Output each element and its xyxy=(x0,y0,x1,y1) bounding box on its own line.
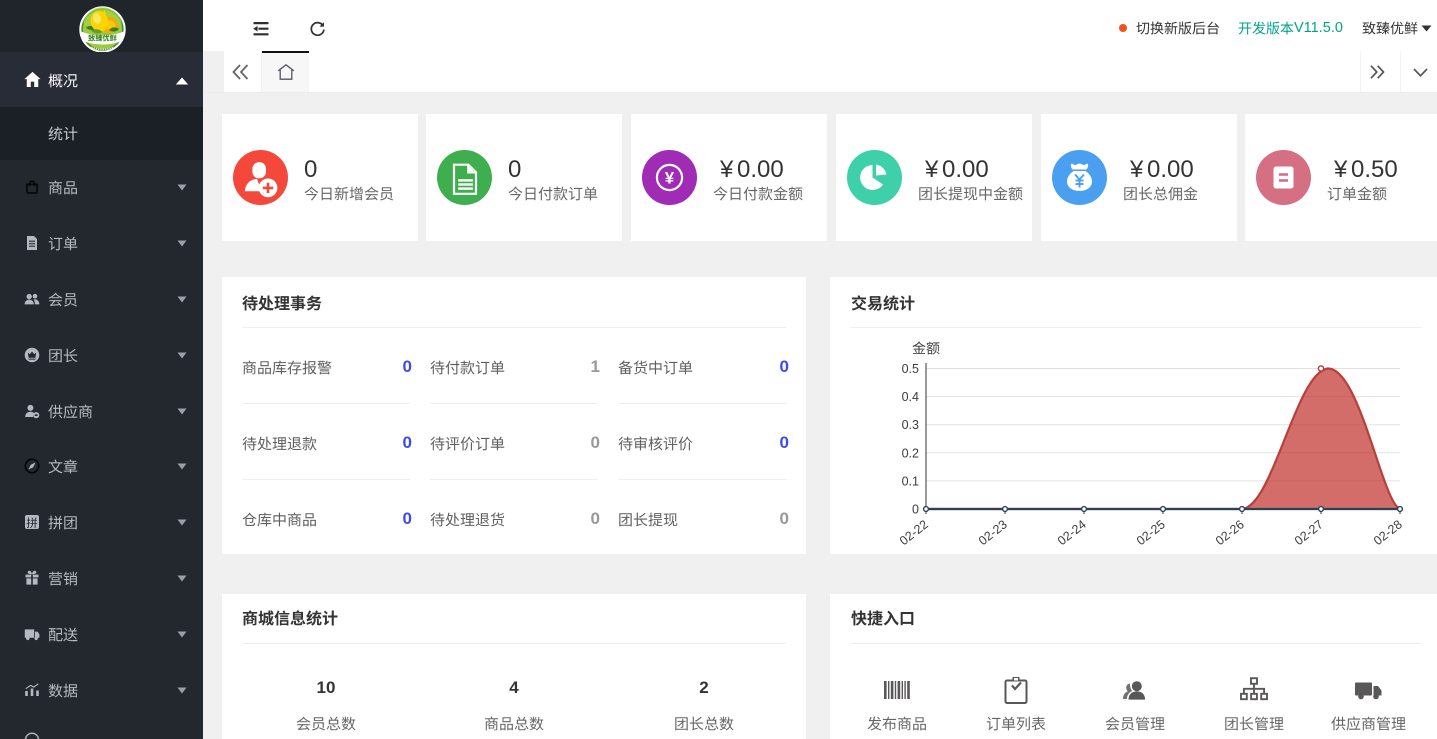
svg-text:0.2: 0.2 xyxy=(902,446,919,460)
svg-text:02-28: 02-28 xyxy=(1371,517,1405,545)
svg-text:¥: ¥ xyxy=(665,169,675,188)
svg-text:02-24: 02-24 xyxy=(1055,517,1089,545)
svg-text:02-26: 02-26 xyxy=(1213,517,1247,545)
svg-text:0.5: 0.5 xyxy=(902,362,919,376)
svg-text:02-25: 02-25 xyxy=(1134,517,1168,545)
svg-text:02-27: 02-27 xyxy=(1292,517,1326,545)
svg-text:0.4: 0.4 xyxy=(902,390,919,404)
svg-text:0: 0 xyxy=(912,503,919,517)
svg-text:02-22: 02-22 xyxy=(897,517,931,545)
svg-text:0.1: 0.1 xyxy=(902,474,919,488)
svg-text:0.3: 0.3 xyxy=(902,418,919,432)
svg-text:02-23: 02-23 xyxy=(976,517,1010,545)
